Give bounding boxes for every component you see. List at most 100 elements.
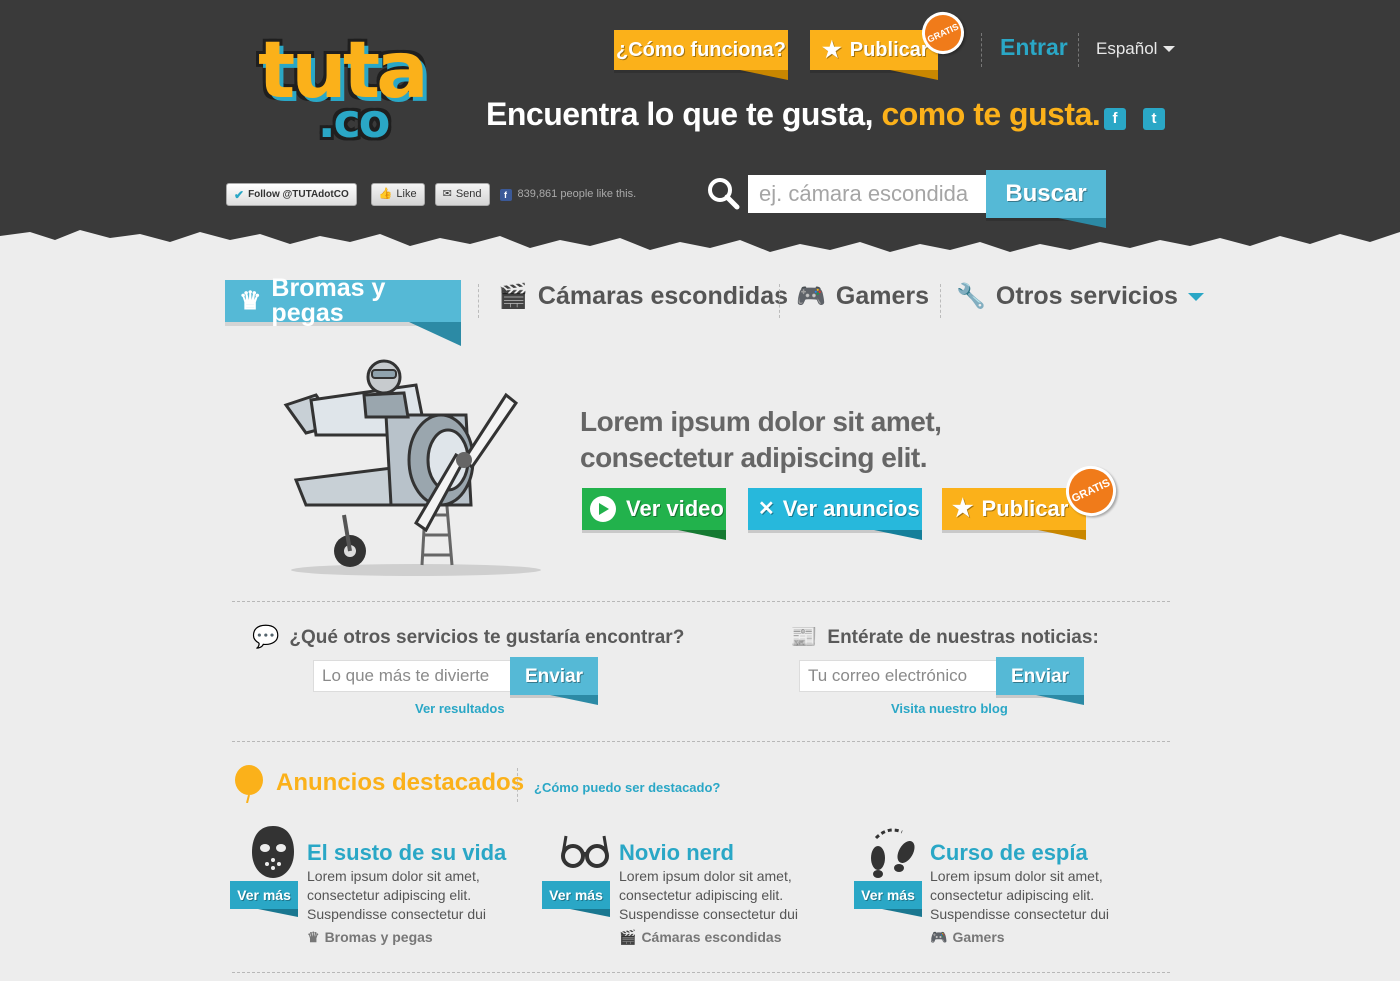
- newsletter-title: 📰 Entérate de nuestras noticias:: [790, 626, 1099, 648]
- featured-divider: [517, 768, 518, 802]
- facebook-like-button[interactable]: 👍 Like: [370, 183, 425, 206]
- play-icon: [590, 496, 616, 522]
- publish-hero-button[interactable]: ★ Publicar: [942, 488, 1086, 540]
- card-description: Lorem ipsum dolor sit amet, consectetur …: [930, 868, 1109, 922]
- facebook-mini-icon: f: [499, 188, 512, 201]
- nav-item-camaras[interactable]: 🎬 Cámaras escondidas: [498, 284, 788, 309]
- facebook-send-button[interactable]: ✉ Send: [434, 183, 490, 206]
- blog-link[interactable]: Visita nuestro blog: [891, 702, 1008, 715]
- divider: [232, 741, 1170, 742]
- search-input[interactable]: [748, 175, 986, 213]
- tuta-logo[interactable]: tuta .co: [250, 32, 460, 152]
- watch-video-button[interactable]: Ver video: [582, 488, 726, 540]
- nav-divider: [779, 284, 780, 318]
- gamepad-icon: 🎮: [796, 282, 826, 310]
- card-category[interactable]: 🎮 Gamers: [930, 930, 1005, 944]
- search-button[interactable]: Buscar: [986, 170, 1106, 228]
- facebook-icon[interactable]: f: [1104, 108, 1126, 130]
- tagline: Encuentra lo que te gusta, como te gusta…: [486, 96, 1101, 132]
- publish-header-label: Publicar: [849, 39, 929, 61]
- social-widgets: ✔ Follow @TUTAdotCO 👍 Like ✉ Send f 839,…: [226, 183, 636, 206]
- nav-divider: [940, 284, 941, 318]
- thumbs-up-icon: 👍: [378, 188, 393, 200]
- torn-paper-edge: [0, 230, 1400, 282]
- message-icon: ✉: [442, 188, 452, 200]
- card-description: Lorem ipsum dolor sit amet, consectetur …: [307, 868, 486, 922]
- newsletter-submit-button[interactable]: Enviar: [996, 657, 1084, 705]
- card-category-label: Bromas y pegas: [324, 929, 433, 945]
- hero-line-2: consectetur adipiscing elit.: [580, 442, 927, 473]
- glasses-icon: [561, 835, 609, 868]
- card-title[interactable]: Curso de espía: [930, 842, 1088, 864]
- view-results-link[interactable]: Ver resultados: [415, 702, 505, 715]
- card-category-label: Cámaras escondidas: [641, 929, 782, 945]
- featured-title: Anuncios destacados: [276, 769, 525, 796]
- suggest-submit-button[interactable]: Enviar: [510, 657, 598, 705]
- logo-domain: .co: [318, 94, 390, 148]
- newspaper-icon: 📰: [790, 624, 818, 649]
- card-category[interactable]: 🎬 Cámaras escondidas: [619, 930, 782, 944]
- card-title[interactable]: El susto de su vida: [307, 842, 506, 864]
- footprints-icon: [871, 828, 915, 878]
- nav-item-label: Bromas y pegas: [271, 274, 386, 327]
- clapperboard-icon: 🎬: [619, 929, 637, 945]
- twitter-bird-icon: ✔: [234, 187, 245, 202]
- nav-item-label: Cámaras escondidas: [537, 282, 789, 310]
- speech-bubble-icon: 💬: [252, 624, 280, 649]
- divider: [232, 601, 1170, 602]
- newsletter-title-label: Entérate de nuestras noticias:: [827, 626, 1099, 648]
- nav-item-gamers[interactable]: 🎮 Gamers: [796, 284, 929, 309]
- chevron-down-icon: [1163, 45, 1176, 52]
- treasure-map-icon: ✕: [758, 498, 775, 520]
- card-more-button[interactable]: Ver más: [854, 881, 922, 917]
- how-to-feature-link[interactable]: ¿Cómo puedo ser destacado?: [534, 781, 720, 794]
- nav-item-label: Otros servicios: [995, 282, 1178, 310]
- header-divider: [1078, 33, 1079, 67]
- watch-video-label: Ver video: [626, 496, 724, 521]
- search-icon: [708, 178, 740, 210]
- suggest-input[interactable]: [313, 660, 511, 692]
- tagline-highlight: como te gusta.: [881, 96, 1101, 132]
- publish-header-button[interactable]: ★ Publicar: [810, 30, 938, 80]
- divider: [232, 972, 1170, 973]
- like-label: Like: [396, 188, 417, 200]
- publish-hero-label: Publicar: [981, 496, 1069, 521]
- nav-item-otros[interactable]: 🔧 Otros servicios: [956, 284, 1204, 309]
- newsletter-email-input[interactable]: [799, 660, 997, 692]
- follow-label: Follow @TUTAdotCO: [248, 188, 349, 200]
- gamepad-icon: 🎮: [930, 929, 948, 945]
- language-select[interactable]: Español: [1096, 39, 1176, 58]
- crown-icon: ♛: [239, 286, 262, 315]
- how-it-works-button[interactable]: ¿Cómo funciona?: [614, 30, 788, 80]
- clapperboard-icon: 🎬: [498, 282, 528, 310]
- twitter-follow-button[interactable]: ✔ Follow @TUTAdotCO: [226, 183, 357, 206]
- twitter-icon[interactable]: t: [1143, 108, 1165, 130]
- card-description: Lorem ipsum dolor sit amet, consectetur …: [619, 868, 798, 922]
- view-ads-label: Ver anuncios: [782, 496, 920, 521]
- chevron-down-icon: [1187, 292, 1204, 301]
- crown-icon: ♛: [307, 929, 320, 945]
- language-label: Español: [1096, 39, 1158, 58]
- login-link[interactable]: Entrar: [1000, 36, 1068, 59]
- tagline-plain: Encuentra lo que te gusta,: [486, 96, 874, 132]
- nav-divider: [478, 284, 479, 318]
- star-icon: ★: [952, 495, 974, 522]
- airplane-illustration: [283, 359, 541, 576]
- card-title[interactable]: Novio nerd: [619, 842, 734, 864]
- card-more-button[interactable]: Ver más: [230, 881, 298, 917]
- view-ads-button[interactable]: ✕ Ver anuncios: [748, 488, 922, 540]
- balloon-icon: [235, 765, 263, 803]
- send-label: Send: [455, 188, 482, 200]
- star-icon: ★: [822, 37, 842, 62]
- likes-count: 839,861 people like this.: [517, 188, 637, 200]
- suggest-title-label: ¿Qué otros servicios te gustaría encontr…: [289, 626, 685, 648]
- card-more-button[interactable]: Ver más: [542, 881, 610, 917]
- card-category[interactable]: ♛ Bromas y pegas: [307, 930, 433, 944]
- hero-headline: Lorem ipsum dolor sit amet, consectetur …: [580, 404, 942, 476]
- tools-icon: 🔧: [956, 282, 986, 310]
- nav-item-bromas[interactable]: ♛ Bromas y pegas: [225, 276, 461, 346]
- hockey-mask-icon: [252, 826, 294, 878]
- hero-line-1: Lorem ipsum dolor sit amet,: [580, 406, 942, 437]
- suggest-title: 💬 ¿Qué otros servicios te gustaría encon…: [252, 626, 684, 648]
- header-divider: [981, 33, 982, 67]
